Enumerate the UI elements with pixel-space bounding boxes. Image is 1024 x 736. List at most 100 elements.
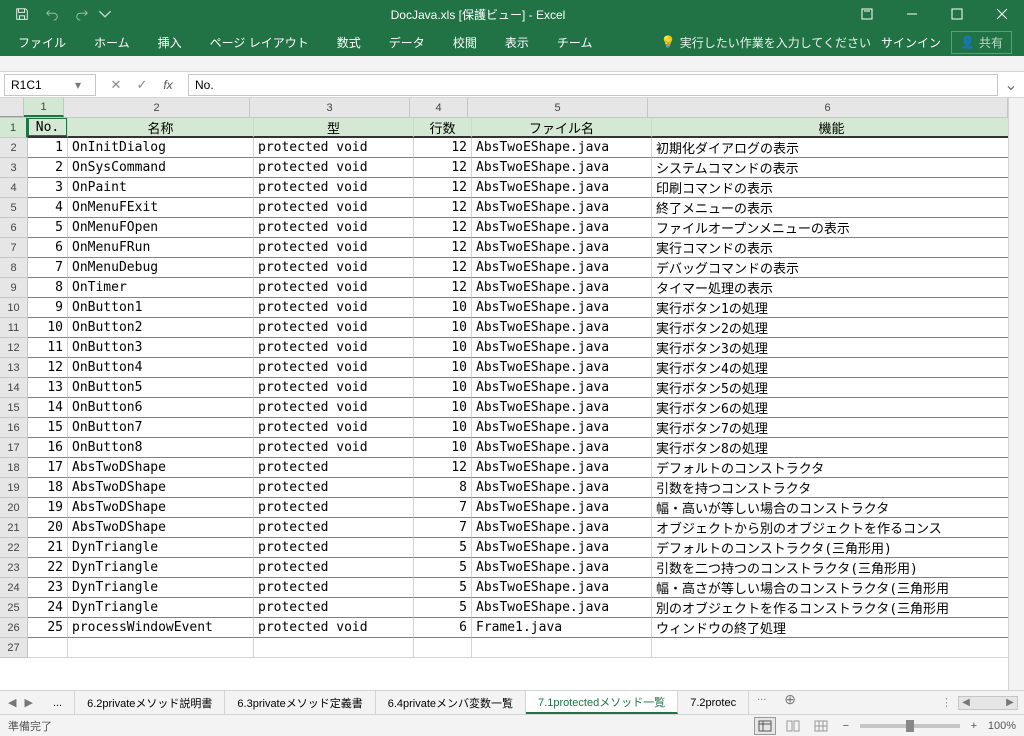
cell[interactable]: 12 bbox=[28, 358, 68, 378]
cell[interactable]: AbsTwoEShape.java bbox=[472, 218, 652, 238]
sheet-tab-ellipsis-left[interactable]: ... bbox=[41, 691, 75, 714]
cell[interactable]: 引数を持つコンストラクタ bbox=[652, 478, 1008, 498]
signin-link[interactable]: サインイン bbox=[881, 34, 941, 51]
cell[interactable]: OnMenuFRun bbox=[68, 238, 254, 258]
cell[interactable]: 実行ボタン2の処理 bbox=[652, 318, 1008, 338]
cell[interactable]: AbsTwoEShape.java bbox=[472, 478, 652, 498]
zoom-out-button[interactable]: − bbox=[838, 720, 854, 732]
cell[interactable]: 初期化ダイアログの表示 bbox=[652, 138, 1008, 158]
cell[interactable]: 12 bbox=[414, 218, 472, 238]
formula-input[interactable]: No. bbox=[188, 74, 998, 96]
row-header[interactable]: 4 bbox=[0, 178, 28, 198]
cell[interactable]: 終了メニューの表示 bbox=[652, 198, 1008, 218]
cell[interactable]: 10 bbox=[28, 318, 68, 338]
cell[interactable]: デバッグコマンドの表示 bbox=[652, 258, 1008, 278]
tab-insert[interactable]: 挿入 bbox=[144, 28, 196, 56]
cell[interactable]: protected void bbox=[254, 278, 414, 298]
cell[interactable]: 12 bbox=[414, 138, 472, 158]
select-all-corner[interactable] bbox=[0, 98, 24, 117]
ribbon-display-button[interactable] bbox=[844, 0, 889, 28]
cell[interactable]: 5 bbox=[28, 218, 68, 238]
cell[interactable]: AbsTwoDShape bbox=[68, 458, 254, 478]
row-header[interactable]: 8 bbox=[0, 258, 28, 278]
cell[interactable]: protected void bbox=[254, 218, 414, 238]
row-header[interactable]: 25 bbox=[0, 598, 28, 618]
cell[interactable]: 10 bbox=[414, 298, 472, 318]
tab-team[interactable]: チーム bbox=[543, 28, 607, 56]
cells[interactable]: 1No.名称型行数ファイル名機能21OnInitDialogprotected … bbox=[0, 118, 1008, 690]
cell[interactable]: protected void bbox=[254, 618, 414, 638]
cell[interactable]: 9 bbox=[28, 298, 68, 318]
cell[interactable]: OnMenuDebug bbox=[68, 258, 254, 278]
cell[interactable]: 印刷コマンドの表示 bbox=[652, 178, 1008, 198]
cell[interactable]: AbsTwoEShape.java bbox=[472, 158, 652, 178]
cell[interactable]: 12 bbox=[414, 178, 472, 198]
row-header[interactable]: 2 bbox=[0, 138, 28, 158]
sheet-tab-2[interactable]: 6.3privateメソッド定義書 bbox=[225, 691, 375, 714]
cell[interactable]: AbsTwoEShape.java bbox=[472, 598, 652, 618]
cell[interactable]: 引数を二つ持つのコンストラクタ(三角形用) bbox=[652, 558, 1008, 578]
cell[interactable]: 7 bbox=[414, 498, 472, 518]
cell[interactable]: protected void bbox=[254, 238, 414, 258]
cell[interactable]: ファイルオープンメニューの表示 bbox=[652, 218, 1008, 238]
cell[interactable]: 別のオブジェクトを作るコンストラクタ(三角形用 bbox=[652, 598, 1008, 618]
formula-expand-button[interactable]: ⌄ bbox=[1002, 75, 1020, 95]
cell[interactable]: 8 bbox=[414, 478, 472, 498]
maximize-button[interactable] bbox=[934, 0, 979, 28]
cell[interactable]: 13 bbox=[28, 378, 68, 398]
cell[interactable]: 実行ボタン6の処理 bbox=[652, 398, 1008, 418]
row-header[interactable]: 13 bbox=[0, 358, 28, 378]
cell[interactable]: 15 bbox=[28, 418, 68, 438]
cell[interactable]: 23 bbox=[28, 578, 68, 598]
cell[interactable]: protected bbox=[254, 578, 414, 598]
cell[interactable]: protected bbox=[254, 478, 414, 498]
cell[interactable]: DynTriangle bbox=[68, 558, 254, 578]
row-header[interactable]: 16 bbox=[0, 418, 28, 438]
cell[interactable]: 実行ボタン4の処理 bbox=[652, 358, 1008, 378]
cell[interactable] bbox=[472, 638, 652, 658]
cell[interactable]: 行数 bbox=[414, 118, 472, 138]
row-header[interactable]: 22 bbox=[0, 538, 28, 558]
row-header[interactable]: 6 bbox=[0, 218, 28, 238]
cell[interactable]: 4 bbox=[28, 198, 68, 218]
cell[interactable]: AbsTwoDShape bbox=[68, 498, 254, 518]
cell[interactable]: 6 bbox=[28, 238, 68, 258]
cell[interactable]: 10 bbox=[414, 358, 472, 378]
cell[interactable]: 5 bbox=[414, 558, 472, 578]
cell[interactable]: protected void bbox=[254, 438, 414, 458]
cell[interactable]: DynTriangle bbox=[68, 598, 254, 618]
cell[interactable]: 1 bbox=[28, 138, 68, 158]
view-pagebreak-button[interactable] bbox=[810, 717, 832, 735]
cell[interactable]: 名称 bbox=[68, 118, 254, 138]
cell[interactable]: AbsTwoEShape.java bbox=[472, 258, 652, 278]
cell[interactable]: AbsTwoEShape.java bbox=[472, 318, 652, 338]
share-button[interactable]: 👤 共有 bbox=[951, 31, 1012, 54]
cell[interactable]: AbsTwoEShape.java bbox=[472, 438, 652, 458]
tab-home[interactable]: ホーム bbox=[80, 28, 144, 56]
cell[interactable]: OnButton8 bbox=[68, 438, 254, 458]
cell[interactable]: Frame1.java bbox=[472, 618, 652, 638]
col-header-3[interactable]: 3 bbox=[250, 98, 410, 117]
cell[interactable]: protected bbox=[254, 598, 414, 618]
row-header[interactable]: 19 bbox=[0, 478, 28, 498]
enter-formula-button[interactable]: ✓ bbox=[130, 75, 154, 95]
cell[interactable]: protected bbox=[254, 558, 414, 578]
insert-function-button[interactable]: fx bbox=[156, 75, 180, 95]
cell[interactable]: protected void bbox=[254, 338, 414, 358]
cell[interactable]: 11 bbox=[28, 338, 68, 358]
view-pagelayout-button[interactable] bbox=[782, 717, 804, 735]
cell[interactable]: DynTriangle bbox=[68, 538, 254, 558]
cell[interactable]: DynTriangle bbox=[68, 578, 254, 598]
cell[interactable]: 12 bbox=[414, 238, 472, 258]
col-header-2[interactable]: 2 bbox=[64, 98, 250, 117]
cell[interactable]: 21 bbox=[28, 538, 68, 558]
row-header[interactable]: 26 bbox=[0, 618, 28, 638]
row-header[interactable]: 10 bbox=[0, 298, 28, 318]
cell[interactable]: AbsTwoEShape.java bbox=[472, 138, 652, 158]
sheet-tab-ellipsis-right[interactable]: ... bbox=[749, 691, 774, 714]
cell[interactable]: タイマー処理の表示 bbox=[652, 278, 1008, 298]
col-header-1[interactable]: 1 bbox=[24, 98, 64, 117]
cell[interactable]: 3 bbox=[28, 178, 68, 198]
redo-button[interactable] bbox=[68, 2, 96, 26]
row-header[interactable]: 24 bbox=[0, 578, 28, 598]
